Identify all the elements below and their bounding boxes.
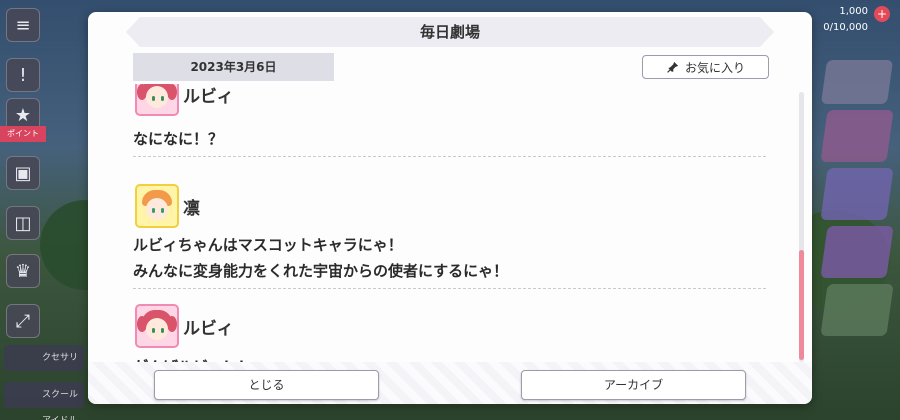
mission-card[interactable] [820,284,894,336]
live-card[interactable] [820,60,894,104]
school-idol-label[interactable]: スクール アイドル [4,382,84,420]
accessory-label[interactable]: クセサリ [4,345,84,371]
dialog-title: 毎日劇場 [126,17,774,47]
speaker-name: ルビィ [183,86,234,107]
favorite-label: お気に入り [684,60,745,75]
gacha-card[interactable] [820,226,894,278]
speaker-name: 凛 [183,198,200,219]
speaker-row: ルビィ [135,304,234,348]
trophy-button[interactable]: ♛ [6,254,40,288]
speaker-row: 凛 [135,184,200,228]
scrollbar-thumb[interactable] [799,250,804,360]
point-badge: ポイント [0,126,46,142]
notice-button[interactable]: ! [6,58,40,92]
right-menu-rail: 1,000 + 0/10,000 [810,0,900,420]
menu-button[interactable]: ≡ [6,8,40,42]
dialogue-line: なになに！？ [133,130,224,148]
speaker-name: ルビィ [183,318,234,339]
expand-button[interactable]: ⤢ [6,304,40,338]
dialog-footer: とじる アーカイブ [88,362,812,404]
left-menu-rail: ≡ ! ★ ポイント ▣ ◫ ♛ ⤢ クセサリ スクール アイドル [0,0,84,420]
dialogue-line: みんなに変身能力をくれた宇宙からの使者にするにゃ！ [133,262,509,280]
daily-theater-dialog: 毎日劇場 2023年3月6日 お気に入り ルビィ なになに！？ 凛 ルビィちゃん… [88,12,812,404]
member-card[interactable] [820,168,894,220]
dialog-content[interactable]: ルビィ なになに！？ 凛 ルビィちゃんはマスコットキャラにゃ！ みんなに変身能力… [133,84,766,364]
gift-button[interactable]: ▣ [6,156,40,190]
favorite-button[interactable]: お気に入り [642,55,769,79]
dashed-divider [133,156,766,157]
rin-avatar [135,184,179,228]
pin-icon [667,61,679,73]
add-currency-button[interactable]: + [874,6,890,22]
speaker-row: ルビィ [135,84,234,116]
dialogue-line: ルビィちゃんはマスコットキャラにゃ！ [133,236,403,254]
date-label: 2023年3月6日 [133,53,334,81]
ruby-avatar [135,84,179,116]
close-button[interactable]: とじる [154,370,379,400]
story-card[interactable] [820,110,894,162]
ruby-avatar [135,304,179,348]
dashed-divider [133,288,766,289]
shop-button[interactable]: ◫ [6,206,40,240]
archive-button[interactable]: アーカイブ [521,370,746,400]
